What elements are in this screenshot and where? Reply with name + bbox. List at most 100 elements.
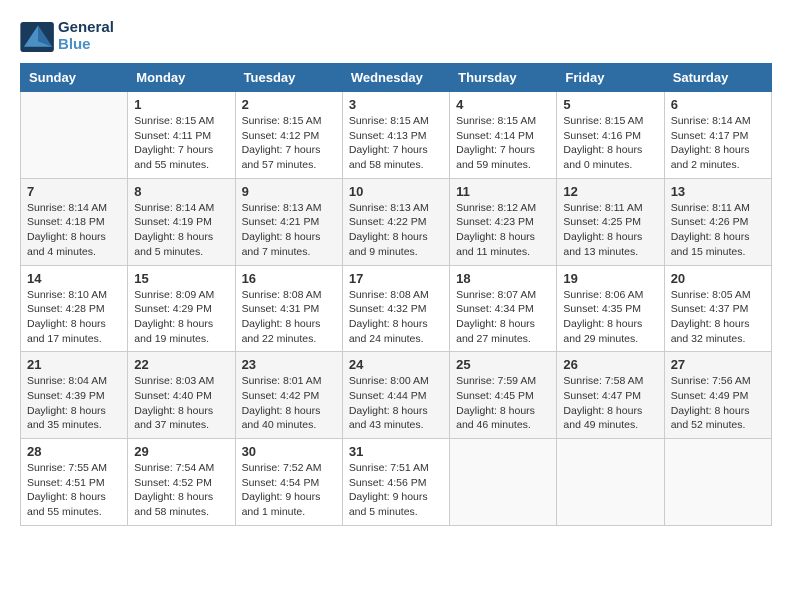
day-info: Sunrise: 7:59 AM Sunset: 4:45 PM Dayligh… [456, 374, 550, 433]
day-number: 3 [349, 97, 443, 112]
day-number: 19 [563, 271, 657, 286]
weekday-header-wednesday: Wednesday [342, 64, 449, 92]
day-info: Sunrise: 7:58 AM Sunset: 4:47 PM Dayligh… [563, 374, 657, 433]
calendar-cell: 22 Sunrise: 8:03 AM Sunset: 4:40 PM Dayli… [128, 352, 235, 439]
day-info: Sunrise: 8:07 AM Sunset: 4:34 PM Dayligh… [456, 288, 550, 347]
day-number: 20 [671, 271, 765, 286]
calendar-cell: 12 Sunrise: 8:11 AM Sunset: 4:25 PM Dayli… [557, 178, 664, 265]
day-info: Sunrise: 8:04 AM Sunset: 4:39 PM Dayligh… [27, 374, 121, 433]
calendar-cell: 3 Sunrise: 8:15 AM Sunset: 4:13 PM Daylig… [342, 92, 449, 179]
day-number: 8 [134, 184, 228, 199]
calendar-cell: 25Sunrise: 7:59 AM Sunset: 4:45 PM Dayli… [450, 352, 557, 439]
day-number: 11 [456, 184, 550, 199]
weekday-header-monday: Monday [128, 64, 235, 92]
day-number: 31 [349, 444, 443, 459]
day-info: Sunrise: 8:15 AM Sunset: 4:13 PM Dayligh… [349, 114, 443, 173]
calendar-week-2: 7 Sunrise: 8:14 AM Sunset: 4:18 PM Daylig… [21, 178, 772, 265]
day-info: Sunrise: 8:08 AM Sunset: 4:31 PM Dayligh… [242, 288, 336, 347]
calendar-header: SundayMondayTuesdayWednesdayThursdayFrid… [21, 64, 772, 92]
logo-line1: General [58, 20, 114, 37]
calendar-cell [450, 439, 557, 526]
calendar-cell: 13 Sunrise: 8:11 AM Sunset: 4:26 PM Dayli… [664, 178, 771, 265]
day-info: Sunrise: 7:55 AM Sunset: 4:51 PM Dayligh… [27, 461, 121, 520]
calendar-week-3: 14Sunrise: 8:10 AM Sunset: 4:28 PM Dayli… [21, 265, 772, 352]
calendar-cell: 14Sunrise: 8:10 AM Sunset: 4:28 PM Dayli… [21, 265, 128, 352]
day-number: 1 [134, 97, 228, 112]
day-number: 13 [671, 184, 765, 199]
day-number: 12 [563, 184, 657, 199]
day-info: Sunrise: 8:15 AM Sunset: 4:14 PM Dayligh… [456, 114, 550, 173]
calendar-cell: 30Sunrise: 7:52 AM Sunset: 4:54 PM Dayli… [235, 439, 342, 526]
day-info: Sunrise: 8:14 AM Sunset: 4:18 PM Dayligh… [27, 201, 121, 260]
day-number: 10 [349, 184, 443, 199]
calendar-body: 1 Sunrise: 8:15 AM Sunset: 4:11 PM Daylig… [21, 92, 772, 526]
day-number: 5 [563, 97, 657, 112]
logo: General Blue [20, 20, 114, 53]
calendar-cell: 17 Sunrise: 8:08 AM Sunset: 4:32 PM Dayli… [342, 265, 449, 352]
day-number: 4 [456, 97, 550, 112]
day-info: Sunrise: 7:54 AM Sunset: 4:52 PM Dayligh… [134, 461, 228, 520]
calendar-cell: 1 Sunrise: 8:15 AM Sunset: 4:11 PM Daylig… [128, 92, 235, 179]
day-number: 26 [563, 357, 657, 372]
day-number: 24 [349, 357, 443, 372]
day-number: 7 [27, 184, 121, 199]
day-info: Sunrise: 7:56 AM Sunset: 4:49 PM Dayligh… [671, 374, 765, 433]
page-header: General Blue [20, 20, 772, 53]
calendar-cell: 26 Sunrise: 7:58 AM Sunset: 4:47 PM Dayli… [557, 352, 664, 439]
calendar-cell: 28 Sunrise: 7:55 AM Sunset: 4:51 PM Dayli… [21, 439, 128, 526]
calendar-cell: 19Sunrise: 8:06 AM Sunset: 4:35 PM Dayli… [557, 265, 664, 352]
calendar-cell: 9Sunrise: 8:13 AM Sunset: 4:21 PM Daylig… [235, 178, 342, 265]
day-number: 27 [671, 357, 765, 372]
day-info: Sunrise: 8:05 AM Sunset: 4:37 PM Dayligh… [671, 288, 765, 347]
day-number: 16 [242, 271, 336, 286]
calendar-cell: 5 Sunrise: 8:15 AM Sunset: 4:16 PM Daylig… [557, 92, 664, 179]
calendar-cell: 11 Sunrise: 8:12 AM Sunset: 4:23 PM Dayli… [450, 178, 557, 265]
day-info: Sunrise: 8:11 AM Sunset: 4:25 PM Dayligh… [563, 201, 657, 260]
calendar-cell: 8 Sunrise: 8:14 AM Sunset: 4:19 PM Daylig… [128, 178, 235, 265]
day-info: Sunrise: 8:11 AM Sunset: 4:26 PM Dayligh… [671, 201, 765, 260]
calendar-week-1: 1 Sunrise: 8:15 AM Sunset: 4:11 PM Daylig… [21, 92, 772, 179]
calendar-cell: 24 Sunrise: 8:00 AM Sunset: 4:44 PM Dayli… [342, 352, 449, 439]
day-info: Sunrise: 8:14 AM Sunset: 4:17 PM Dayligh… [671, 114, 765, 173]
day-number: 29 [134, 444, 228, 459]
calendar-cell: 31Sunrise: 7:51 AM Sunset: 4:56 PM Dayli… [342, 439, 449, 526]
calendar-cell: 2Sunrise: 8:15 AM Sunset: 4:12 PM Daylig… [235, 92, 342, 179]
day-number: 15 [134, 271, 228, 286]
day-number: 14 [27, 271, 121, 286]
calendar-cell [557, 439, 664, 526]
calendar-cell: 20 Sunrise: 8:05 AM Sunset: 4:37 PM Dayli… [664, 265, 771, 352]
calendar-cell: 6 Sunrise: 8:14 AM Sunset: 4:17 PM Daylig… [664, 92, 771, 179]
calendar-cell: 23 Sunrise: 8:01 AM Sunset: 4:42 PM Dayli… [235, 352, 342, 439]
logo-line2: Blue [58, 37, 114, 54]
day-number: 21 [27, 357, 121, 372]
day-info: Sunrise: 7:52 AM Sunset: 4:54 PM Dayligh… [242, 461, 336, 520]
day-info: Sunrise: 8:00 AM Sunset: 4:44 PM Dayligh… [349, 374, 443, 433]
calendar-cell: 10 Sunrise: 8:13 AM Sunset: 4:22 PM Dayli… [342, 178, 449, 265]
logo-icon [20, 22, 56, 52]
day-info: Sunrise: 8:09 AM Sunset: 4:29 PM Dayligh… [134, 288, 228, 347]
day-number: 9 [242, 184, 336, 199]
calendar-cell: 29 Sunrise: 7:54 AM Sunset: 4:52 PM Dayli… [128, 439, 235, 526]
day-number: 6 [671, 97, 765, 112]
weekday-header-saturday: Saturday [664, 64, 771, 92]
calendar-cell [664, 439, 771, 526]
day-info: Sunrise: 8:03 AM Sunset: 4:40 PM Dayligh… [134, 374, 228, 433]
day-info: Sunrise: 8:12 AM Sunset: 4:23 PM Dayligh… [456, 201, 550, 260]
calendar-week-4: 21 Sunrise: 8:04 AM Sunset: 4:39 PM Dayli… [21, 352, 772, 439]
calendar-cell: 7 Sunrise: 8:14 AM Sunset: 4:18 PM Daylig… [21, 178, 128, 265]
weekday-header-friday: Friday [557, 64, 664, 92]
day-info: Sunrise: 8:08 AM Sunset: 4:32 PM Dayligh… [349, 288, 443, 347]
day-info: Sunrise: 8:14 AM Sunset: 4:19 PM Dayligh… [134, 201, 228, 260]
day-info: Sunrise: 8:15 AM Sunset: 4:11 PM Dayligh… [134, 114, 228, 173]
day-info: Sunrise: 8:01 AM Sunset: 4:42 PM Dayligh… [242, 374, 336, 433]
calendar-table: SundayMondayTuesdayWednesdayThursdayFrid… [20, 63, 772, 526]
weekday-header-tuesday: Tuesday [235, 64, 342, 92]
day-number: 28 [27, 444, 121, 459]
calendar-cell: 27 Sunrise: 7:56 AM Sunset: 4:49 PM Dayli… [664, 352, 771, 439]
day-info: Sunrise: 8:15 AM Sunset: 4:16 PM Dayligh… [563, 114, 657, 173]
day-number: 22 [134, 357, 228, 372]
day-number: 23 [242, 357, 336, 372]
calendar-cell: 15 Sunrise: 8:09 AM Sunset: 4:29 PM Dayli… [128, 265, 235, 352]
day-info: Sunrise: 8:13 AM Sunset: 4:22 PM Dayligh… [349, 201, 443, 260]
day-number: 17 [349, 271, 443, 286]
